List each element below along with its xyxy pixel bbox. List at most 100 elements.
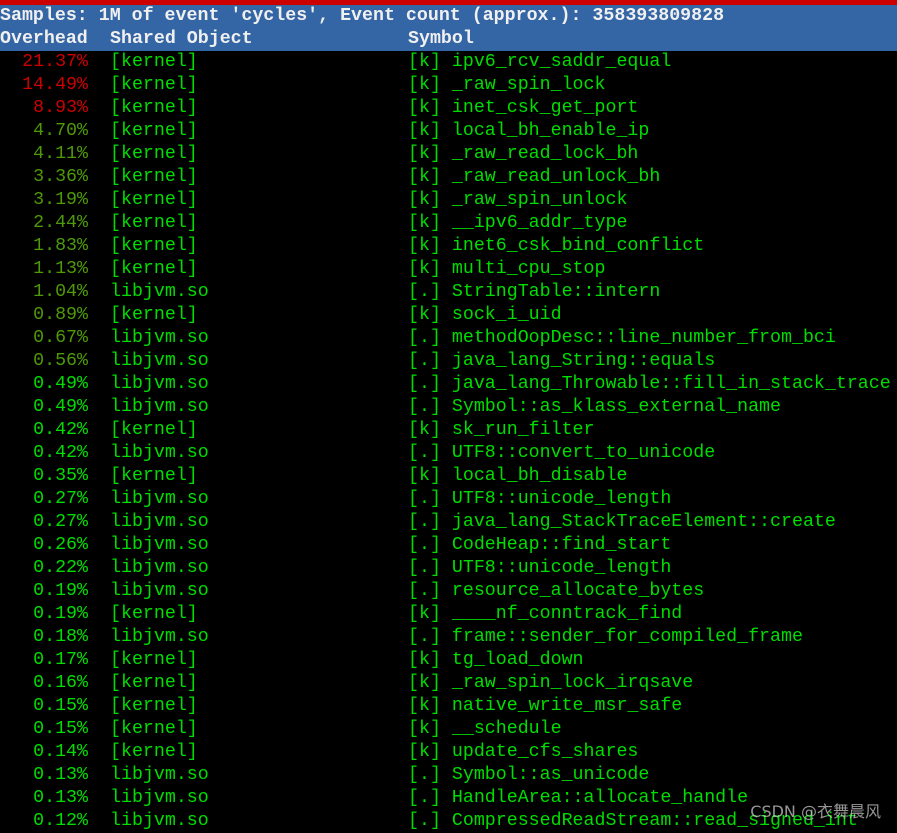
table-row[interactable]: 14.49% [kernel] [k] _raw_spin_lock	[0, 74, 897, 97]
samples-summary: Samples: 1M of event 'cycles', Event cou…	[0, 5, 897, 28]
symbol-cell: [k] sock_i_uid	[408, 305, 562, 325]
shared-object-cell: [kernel]	[110, 236, 198, 256]
overhead-cell: 0.49%	[33, 397, 88, 417]
table-row[interactable]: 8.93% [kernel] [k] inet_csk_get_port	[0, 97, 897, 120]
column-header: Overhead Shared Object Symbol	[0, 28, 897, 51]
symbol-cell: [.] Symbol::as_klass_external_name	[408, 397, 781, 417]
shared-object-cell: libjvm.so	[110, 627, 209, 647]
table-row[interactable]: 0.27% libjvm.so [.] UTF8::unicode_length	[0, 488, 897, 511]
symbol-cell: [.] java_lang_StackTraceElement::create	[408, 512, 836, 532]
symbol-cell: [.] methodOopDesc::line_number_from_bci	[408, 328, 836, 348]
table-row[interactable]: 0.26% libjvm.so [.] CodeHeap::find_start	[0, 534, 897, 557]
table-row[interactable]: 3.19% [kernel] [k] _raw_spin_unlock	[0, 189, 897, 212]
symbol-cell: [k] inet6_csk_bind_conflict	[408, 236, 705, 256]
shared-object-cell: [kernel]	[110, 719, 198, 739]
shared-object-cell: libjvm.so	[110, 328, 209, 348]
shared-object-cell: libjvm.so	[110, 397, 209, 417]
symbol-cell: [k] __ipv6_addr_type	[408, 213, 628, 233]
table-row[interactable]: 0.67% libjvm.so [.] methodOopDesc::line_nu…	[0, 327, 897, 350]
symbol-cell: [k] local_bh_disable	[408, 466, 628, 486]
column-overhead[interactable]: Overhead	[0, 28, 88, 51]
table-row[interactable]: 0.15% [kernel] [k] native_write_msr_safe	[0, 695, 897, 718]
overhead-cell: 0.49%	[33, 374, 88, 394]
overhead-cell: 1.83%	[33, 236, 88, 256]
shared-object-cell: libjvm.so	[110, 282, 209, 302]
overhead-cell: 0.35%	[33, 466, 88, 486]
overhead-cell: 0.17%	[33, 650, 88, 670]
overhead-cell: 1.04%	[33, 282, 88, 302]
symbol-cell: [k] local_bh_enable_ip	[408, 121, 650, 141]
shared-object-cell: libjvm.so	[110, 351, 209, 371]
overhead-cell: 0.14%	[33, 742, 88, 762]
overhead-cell: 3.19%	[33, 190, 88, 210]
column-symbol[interactable]: Symbol	[408, 28, 474, 51]
shared-object-cell: [kernel]	[110, 190, 198, 210]
table-row[interactable]: 0.42% [kernel] [k] sk_run_filter	[0, 419, 897, 442]
overhead-cell: 0.15%	[33, 719, 88, 739]
table-row[interactable]: 0.56% libjvm.so [.] java_lang_String::equa…	[0, 350, 897, 373]
shared-object-cell: libjvm.so	[110, 788, 209, 808]
shared-object-cell: libjvm.so	[110, 765, 209, 785]
shared-object-cell: [kernel]	[110, 121, 198, 141]
shared-object-cell: [kernel]	[110, 213, 198, 233]
column-shared-object[interactable]: Shared Object	[110, 28, 253, 51]
symbol-cell: [k] _raw_read_unlock_bh	[408, 167, 661, 187]
symbol-cell: [k] native_write_msr_safe	[408, 696, 683, 716]
table-row[interactable]: 4.11% [kernel] [k] _raw_read_lock_bh	[0, 143, 897, 166]
overhead-cell: 4.70%	[33, 121, 88, 141]
symbol-cell: [k] _raw_spin_lock	[408, 75, 606, 95]
table-row[interactable]: 21.37% [kernel] [k] ipv6_rcv_saddr_equal	[0, 51, 897, 74]
overhead-cell: 0.26%	[33, 535, 88, 555]
overhead-cell: 0.89%	[33, 305, 88, 325]
table-row[interactable]: 0.42% libjvm.so [.] UTF8::convert_to_unico…	[0, 442, 897, 465]
shared-object-cell: [kernel]	[110, 144, 198, 164]
shared-object-cell: libjvm.so	[110, 811, 209, 831]
table-row[interactable]: 0.19% [kernel] [k] ____nf_conntrack_find	[0, 603, 897, 626]
symbol-cell: [.] Symbol::as_unicode	[408, 765, 650, 785]
overhead-cell: 0.42%	[33, 443, 88, 463]
overhead-cell: 1.13%	[33, 259, 88, 279]
symbol-cell: [.] UTF8::unicode_length	[408, 558, 672, 578]
shared-object-cell: libjvm.so	[110, 489, 209, 509]
symbol-cell: [k] update_cfs_shares	[408, 742, 639, 762]
table-row[interactable]: 0.18% libjvm.so [.] frame::sender_for_comp…	[0, 626, 897, 649]
table-row[interactable]: 3.36% [kernel] [k] _raw_read_unlock_bh	[0, 166, 897, 189]
overhead-cell: 2.44%	[33, 213, 88, 233]
overhead-cell: 0.67%	[33, 328, 88, 348]
table-row[interactable]: 0.17% [kernel] [k] tg_load_down	[0, 649, 897, 672]
overhead-cell: 0.19%	[33, 604, 88, 624]
shared-object-cell: libjvm.so	[110, 581, 209, 601]
shared-object-cell: [kernel]	[110, 98, 198, 118]
table-row[interactable]: 2.44% [kernel] [k] __ipv6_addr_type	[0, 212, 897, 235]
symbol-cell: [.] UTF8::unicode_length	[408, 489, 672, 509]
overhead-cell: 0.16%	[33, 673, 88, 693]
table-row[interactable]: 1.13% [kernel] [k] multi_cpu_stop	[0, 258, 897, 281]
table-row[interactable]: 0.14% [kernel] [k] update_cfs_shares	[0, 741, 897, 764]
overhead-cell: 0.19%	[33, 581, 88, 601]
shared-object-cell: libjvm.so	[110, 443, 209, 463]
table-row[interactable]: 0.22% libjvm.so [.] UTF8::unicode_length	[0, 557, 897, 580]
symbol-cell: [k] ____nf_conntrack_find	[408, 604, 683, 624]
table-row[interactable]: 0.49% libjvm.so [.] java_lang_Throwable::f…	[0, 373, 897, 396]
symbol-cell: [.] frame::sender_for_compiled_frame	[408, 627, 803, 647]
watermark: CSDN @衣舞晨风	[750, 802, 881, 821]
table-row[interactable]: 0.15% [kernel] [k] __schedule	[0, 718, 897, 741]
table-row[interactable]: 1.04% libjvm.so [.] StringTable::intern	[0, 281, 897, 304]
table-row[interactable]: 4.70% [kernel] [k] local_bh_enable_ip	[0, 120, 897, 143]
overhead-cell: 0.56%	[33, 351, 88, 371]
table-row[interactable]: 0.16% [kernel] [k] _raw_spin_lock_irqsave	[0, 672, 897, 695]
table-row[interactable]: 1.83% [kernel] [k] inet6_csk_bind_conflict	[0, 235, 897, 258]
symbol-cell: [k] ipv6_rcv_saddr_equal	[408, 52, 672, 72]
shared-object-cell: [kernel]	[110, 742, 198, 762]
table-row[interactable]: 0.13% libjvm.so [.] Symbol::as_unicode	[0, 764, 897, 787]
overhead-cell: 0.15%	[33, 696, 88, 716]
overhead-cell: 0.22%	[33, 558, 88, 578]
table-row[interactable]: 0.89% [kernel] [k] sock_i_uid	[0, 304, 897, 327]
table-row[interactable]: 0.35% [kernel] [k] local_bh_disable	[0, 465, 897, 488]
symbol-cell: [.] HandleArea::allocate_handle	[408, 788, 749, 808]
overhead-cell: 0.12%	[33, 811, 88, 831]
table-row[interactable]: 0.49% libjvm.so [.] Symbol::as_klass_exter…	[0, 396, 897, 419]
table-row[interactable]: 0.27% libjvm.so [.] java_lang_StackTraceEl…	[0, 511, 897, 534]
table-row[interactable]: 0.19% libjvm.so [.] resource_allocate_byte…	[0, 580, 897, 603]
overhead-cell: 0.42%	[33, 420, 88, 440]
